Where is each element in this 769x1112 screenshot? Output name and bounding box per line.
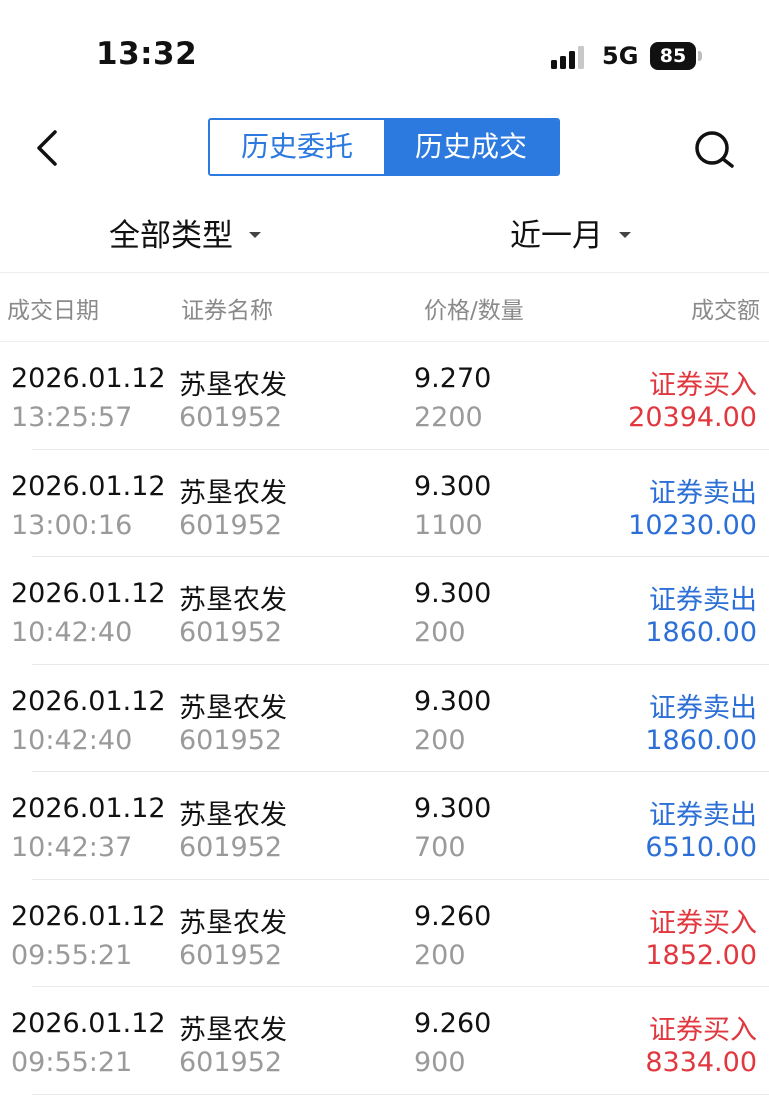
trade-price: 9.260 xyxy=(414,1008,492,1039)
battery-icon: 85 xyxy=(650,42,702,70)
trade-time: 13:25:57 xyxy=(11,402,133,433)
trade-amount: 10230.00 xyxy=(628,509,757,541)
trade-quantity: 700 xyxy=(414,832,466,863)
type-filter-dropdown[interactable]: 全部类型 xyxy=(109,210,261,255)
trade-row[interactable]: 2026.01.12 09:55:21 苏垦农发 601952 9.260 20… xyxy=(0,880,769,987)
trade-quantity: 200 xyxy=(414,724,466,756)
trade-row[interactable]: 2026.01.12 13:25:57 苏垦农发 601952 9.270 22… xyxy=(0,342,769,450)
trade-date: 2026.01.12 xyxy=(11,578,166,609)
trade-date: 2026.01.12 xyxy=(11,363,166,394)
trade-price: 9.300 xyxy=(414,470,492,502)
trade-quantity: 200 xyxy=(414,939,466,971)
header-trade-date: 成交日期 xyxy=(7,298,99,324)
trade-price: 9.300 xyxy=(414,793,492,824)
trade-amount: 1852.00 xyxy=(645,939,757,971)
trade-amount: 6510.00 xyxy=(645,832,757,863)
trade-action: 证券卖出 xyxy=(649,477,757,509)
trade-quantity: 900 xyxy=(414,1047,466,1078)
status-time: 13:32 xyxy=(96,36,198,72)
search-button[interactable] xyxy=(690,126,738,174)
period-filter-dropdown[interactable]: 近一月 xyxy=(510,210,631,255)
trade-action: 证券卖出 xyxy=(649,585,757,616)
security-code: 601952 xyxy=(179,1047,283,1078)
security-code: 601952 xyxy=(179,402,283,433)
trade-amount: 1860.00 xyxy=(645,724,757,756)
security-name: 苏垦农发 xyxy=(179,585,287,616)
security-code: 601952 xyxy=(179,509,283,541)
trade-row[interactable]: 2026.01.12 10:42:40 苏垦农发 601952 9.300 20… xyxy=(0,665,769,772)
trade-time: 10:42:37 xyxy=(11,832,133,863)
type-filter-label: 全部类型 xyxy=(109,218,233,254)
trade-time: 09:55:21 xyxy=(11,1047,133,1078)
trade-amount: 20394.00 xyxy=(628,402,757,433)
caret-down-icon xyxy=(619,231,631,238)
security-code: 601952 xyxy=(179,832,283,863)
trade-action: 证券买入 xyxy=(649,370,757,401)
trade-row[interactable]: 2026.01.12 10:42:40 苏垦农发 601952 9.300 20… xyxy=(0,557,769,665)
trade-time: 09:55:21 xyxy=(11,939,133,971)
trade-date: 2026.01.12 xyxy=(11,793,166,824)
trade-quantity: 1100 xyxy=(414,509,483,541)
security-code: 601952 xyxy=(179,939,283,971)
trade-price: 9.300 xyxy=(414,685,492,717)
security-name: 苏垦农发 xyxy=(179,477,287,509)
back-button[interactable] xyxy=(33,124,65,172)
trade-amount: 8334.00 xyxy=(645,1047,757,1078)
trade-action: 证券买入 xyxy=(649,907,757,939)
trade-date: 2026.01.12 xyxy=(11,470,166,502)
tab-history-orders[interactable]: 历史委托 xyxy=(210,120,384,174)
caret-down-icon xyxy=(249,231,261,238)
trade-action: 证券卖出 xyxy=(649,800,757,831)
trade-action: 证券卖出 xyxy=(649,692,757,724)
trade-price: 9.270 xyxy=(414,363,492,394)
divider xyxy=(0,272,769,273)
trade-time: 10:42:40 xyxy=(11,617,133,648)
security-name: 苏垦农发 xyxy=(179,370,287,401)
security-name: 苏垦农发 xyxy=(179,692,287,724)
trade-quantity: 2200 xyxy=(414,402,483,433)
chevron-left-icon xyxy=(37,130,57,166)
period-filter-label: 近一月 xyxy=(510,218,603,254)
header-price-quantity: 价格/数量 xyxy=(424,298,524,324)
network-type: 5G xyxy=(602,42,639,70)
trade-action: 证券买入 xyxy=(649,1015,757,1046)
cellular-signal-icon xyxy=(551,45,591,69)
security-name: 苏垦农发 xyxy=(179,1015,287,1046)
history-tabs: 历史委托 历史成交 xyxy=(208,118,560,176)
trade-row[interactable]: 2026.01.12 10:42:37 苏垦农发 601952 9.300 70… xyxy=(0,772,769,880)
trade-quantity: 200 xyxy=(414,617,466,648)
status-bar: 13:32 5G 85 xyxy=(0,0,769,110)
trade-date: 2026.01.12 xyxy=(11,685,166,717)
trade-price: 9.300 xyxy=(414,578,492,609)
security-code: 601952 xyxy=(179,617,283,648)
tab-history-trades[interactable]: 历史成交 xyxy=(384,120,558,174)
trade-time: 13:00:16 xyxy=(11,509,133,541)
security-name: 苏垦农发 xyxy=(179,907,287,939)
security-code: 601952 xyxy=(179,724,283,756)
trade-row[interactable]: 2026.01.12 13:00:16 苏垦农发 601952 9.300 11… xyxy=(0,450,769,557)
trade-time: 10:42:40 xyxy=(11,724,133,756)
search-icon xyxy=(695,131,734,168)
trade-date: 2026.01.12 xyxy=(11,900,166,932)
battery-level: 85 xyxy=(650,42,696,70)
trade-price: 9.260 xyxy=(414,900,492,932)
trade-date: 2026.01.12 xyxy=(11,1008,166,1039)
trade-row[interactable]: 2026.01.12 09:55:21 苏垦农发 601952 9.260 90… xyxy=(0,987,769,1095)
header-security-name: 证券名称 xyxy=(181,298,273,324)
trade-list: 2026.01.12 13:25:57 苏垦农发 601952 9.270 22… xyxy=(0,342,769,1095)
header-trade-amount: 成交额 xyxy=(691,298,760,324)
trade-amount: 1860.00 xyxy=(645,617,757,648)
security-name: 苏垦农发 xyxy=(179,800,287,831)
